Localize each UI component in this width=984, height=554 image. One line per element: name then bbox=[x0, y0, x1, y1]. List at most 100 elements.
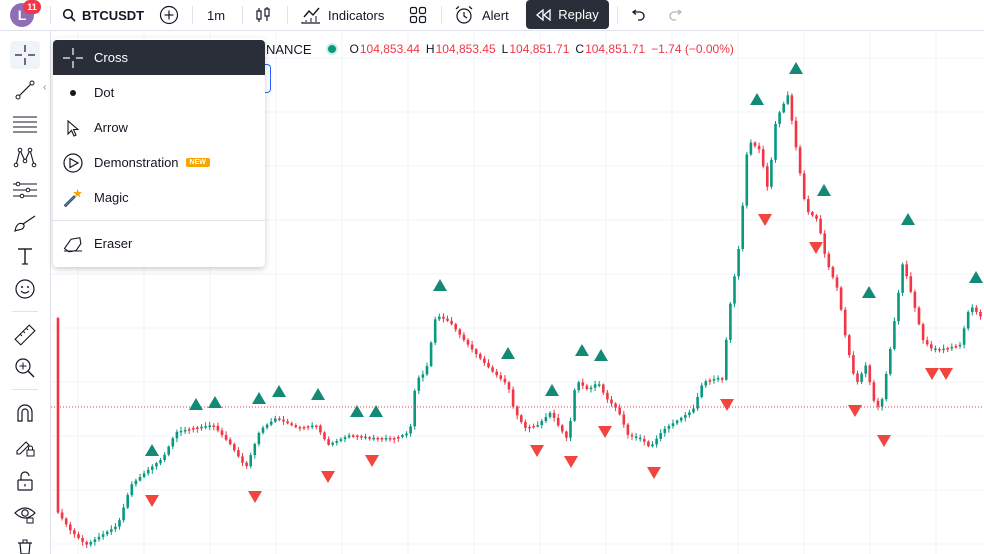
candle-body bbox=[290, 423, 293, 426]
undo-button[interactable] bbox=[630, 0, 646, 30]
candle-body bbox=[925, 340, 929, 345]
candle-body bbox=[85, 541, 88, 545]
alert-button[interactable]: Alert bbox=[454, 0, 509, 30]
candle-body bbox=[425, 366, 429, 375]
menu-item-label: Dot bbox=[94, 85, 115, 100]
sell-signal-triangle bbox=[248, 491, 262, 503]
menu-item-dot[interactable]: Dot bbox=[53, 75, 265, 110]
candle-body bbox=[827, 253, 831, 268]
candle-body bbox=[249, 455, 252, 467]
magnet-tool[interactable] bbox=[10, 399, 40, 427]
candle-body bbox=[655, 438, 658, 445]
candle-body bbox=[228, 439, 232, 445]
candle-body bbox=[868, 365, 872, 383]
candle-body bbox=[733, 276, 736, 304]
candle-body bbox=[700, 385, 703, 397]
brush-tool[interactable] bbox=[10, 209, 40, 237]
candle-body bbox=[306, 426, 310, 428]
candle-body bbox=[253, 444, 257, 456]
chart-type-button[interactable] bbox=[254, 0, 272, 30]
menu-item-arrow[interactable]: Arrow bbox=[53, 110, 265, 145]
low-key: L bbox=[501, 42, 509, 56]
interval-button[interactable]: 1m bbox=[207, 0, 225, 30]
measure-lines-icon bbox=[13, 181, 37, 199]
indicators-button[interactable]: Indicators bbox=[301, 0, 384, 30]
candle-body bbox=[839, 287, 843, 310]
measure-tool[interactable] bbox=[10, 321, 40, 349]
candle-body bbox=[831, 267, 835, 278]
candle-body bbox=[966, 312, 970, 329]
candle-body bbox=[192, 428, 195, 430]
candle-body bbox=[187, 429, 191, 431]
redo-button[interactable] bbox=[668, 0, 684, 30]
hide-drawings-button[interactable] bbox=[10, 500, 40, 528]
candle-body bbox=[138, 477, 142, 481]
candle-body bbox=[245, 462, 248, 467]
menu-item-demonstration[interactable]: Demonstration NEW bbox=[53, 145, 265, 180]
trend-line-tool[interactable] bbox=[10, 76, 40, 104]
buy-signal-triangle bbox=[252, 392, 266, 404]
cursor-tool-button[interactable] bbox=[10, 41, 40, 69]
candle-body bbox=[64, 518, 68, 525]
candle-body bbox=[380, 438, 384, 440]
candle-body bbox=[716, 378, 720, 380]
pattern-tool[interactable] bbox=[10, 143, 40, 171]
menu-item-label: Demonstration bbox=[94, 155, 179, 170]
candle-body bbox=[401, 435, 404, 437]
icon-tool[interactable] bbox=[10, 275, 40, 303]
compare-symbol-button[interactable] bbox=[159, 0, 179, 30]
candle-body bbox=[392, 438, 396, 440]
candle-body bbox=[872, 382, 876, 401]
menu-item-cross[interactable]: Cross bbox=[53, 40, 265, 75]
ruler-icon bbox=[14, 324, 36, 346]
candle-body bbox=[770, 159, 773, 187]
candle-body bbox=[130, 484, 134, 496]
text-tool[interactable] bbox=[10, 242, 40, 270]
menu-item-eraser[interactable]: Eraser bbox=[53, 226, 265, 261]
symbol-search[interactable]: BTCUSDT bbox=[62, 0, 144, 30]
candle-body bbox=[114, 526, 117, 530]
candle-body bbox=[81, 538, 84, 542]
candle-body bbox=[331, 442, 334, 445]
buy-signal-triangle bbox=[272, 385, 286, 397]
candle-body bbox=[196, 427, 199, 429]
zoom-in-tool[interactable] bbox=[10, 354, 40, 382]
user-avatar[interactable]: L 11 bbox=[10, 0, 41, 27]
lock-draw-tool[interactable] bbox=[10, 433, 40, 461]
candle-body bbox=[548, 412, 552, 417]
layout-button[interactable] bbox=[409, 0, 427, 30]
demonstration-icon bbox=[63, 152, 83, 173]
remove-drawings-button[interactable] bbox=[10, 536, 40, 554]
fib-tool[interactable] bbox=[10, 110, 40, 138]
sell-signal-triangle bbox=[647, 467, 661, 479]
candle-body bbox=[241, 456, 244, 463]
candle-body bbox=[356, 435, 359, 437]
candle-body bbox=[487, 362, 490, 368]
candle-body bbox=[335, 441, 339, 443]
menu-item-magic[interactable]: Magic bbox=[53, 180, 265, 215]
buy-signal-triangle bbox=[311, 388, 325, 400]
candle-body bbox=[589, 387, 593, 390]
lock-all-button[interactable] bbox=[10, 467, 40, 495]
candle-body bbox=[626, 424, 630, 435]
arrow-cursor-icon bbox=[67, 119, 80, 137]
candle-body bbox=[893, 321, 896, 349]
replay-button[interactable]: Replay bbox=[526, 0, 609, 29]
candle-body bbox=[466, 339, 470, 345]
horizontal-lines-icon bbox=[13, 116, 37, 133]
chevron-left-icon[interactable]: ‹ bbox=[43, 82, 46, 93]
candle-body bbox=[704, 381, 708, 386]
plus-circle-icon bbox=[159, 5, 179, 25]
candle-body bbox=[901, 264, 904, 293]
candle-body bbox=[766, 166, 769, 187]
buy-signal-triangle bbox=[575, 344, 589, 356]
candle-body bbox=[278, 418, 281, 420]
candle-body bbox=[671, 423, 675, 426]
candle-body bbox=[237, 450, 240, 457]
candle-body bbox=[565, 431, 568, 438]
forecasting-tool[interactable] bbox=[10, 176, 40, 204]
notification-badge: 11 bbox=[23, 0, 41, 14]
candle-body bbox=[720, 378, 724, 380]
visibility-dot-icon[interactable] bbox=[325, 43, 338, 55]
candle-body bbox=[347, 435, 351, 438]
